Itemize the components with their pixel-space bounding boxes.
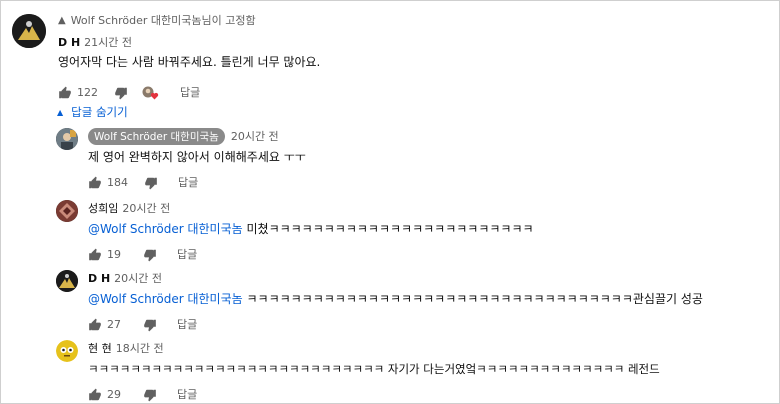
like-count: 184 [107,175,128,189]
avatar[interactable] [12,14,46,48]
comment-author[interactable]: D H [58,36,80,49]
thumbs-up-icon[interactable] [58,85,72,99]
comment-meta: D H 21시간 전 [58,34,758,50]
like-count: 27 [107,317,121,331]
comment-text: @Wolf Schröder 대한미국놈 ㅋㅋㅋㅋㅋㅋㅋㅋㅋㅋㅋㅋㅋㅋㅋㅋㅋㅋㅋ… [88,291,768,307]
comment-author[interactable]: 성희임 [88,200,118,216]
pinned-label: Wolf Schröder 대한미국놈님이 고정함 [70,14,256,27]
like-count: 122 [77,85,98,99]
avatar[interactable] [56,128,78,150]
thumbs-down-icon[interactable] [143,247,157,262]
comment-time[interactable]: 20시간 전 [231,128,279,144]
comment-text: 영어자막 다는 사람 바꿔주세요. 틀린게 너무 많아요. [58,55,321,69]
reply-button[interactable]: 답글 [177,316,197,332]
comment-time[interactable]: 18시간 전 [116,340,164,356]
comment-author[interactable]: 현 현 [88,340,112,356]
comment-author[interactable]: D H [88,272,110,285]
comment-text: 제 영어 완벽하지 않아서 이해해주세요 ㅜㅜ [88,149,768,165]
comment-actions: 19 답글 [88,245,768,263]
comment-body: ㅋㅋㅋㅋㅋㅋㅋㅋㅋㅋㅋㅋㅋㅋㅋㅋㅋㅋㅋㅋㅋㅋㅋㅋㅋㅋㅋㅋ 자기가 다는거였엌ㅋㅋ… [88,362,660,376]
comment-mention[interactable]: @Wolf Schröder 대한미국놈 [88,292,243,306]
pinned-badge: ▲ Wolf Schröder 대한미국놈님이 고정함 [58,12,758,28]
comment-mention[interactable]: @Wolf Schröder 대한미국놈 [88,222,243,236]
avatar[interactable] [56,340,78,362]
comment-time[interactable]: 21시간 전 [84,34,132,50]
reply-button[interactable]: 답글 [177,386,197,402]
reply-comment: D H 20시간 전 @Wolf Schröder 대한미국놈 ㅋㅋㅋㅋㅋㅋㅋㅋ… [56,268,772,334]
caret-up-icon: ▲ [57,107,64,117]
like-count: 19 [107,247,121,261]
thumbs-up-icon[interactable] [88,247,102,261]
comment-meta: Wolf Schröder 대한미국놈 20시간 전 [88,127,768,145]
creator-author-chip[interactable]: Wolf Schröder 대한미국놈 [88,127,225,145]
comment-time[interactable]: 20시간 전 [114,270,162,286]
comment-body: ㅋㅋㅋㅋㅋㅋㅋㅋㅋㅋㅋㅋㅋㅋㅋㅋㅋㅋㅋㅋㅋㅋㅋㅋㅋㅋㅋㅋㅋㅋㅋㅋㅋㅋㅋ관심끌기 … [242,292,703,306]
reply-comment: Wolf Schröder 대한미국놈 20시간 전 제 영어 완벽하지 않아서… [56,126,772,192]
hide-replies-button[interactable]: ▲ 답글 숨기기 [57,104,128,120]
comment-text: ㅋㅋㅋㅋㅋㅋㅋㅋㅋㅋㅋㅋㅋㅋㅋㅋㅋㅋㅋㅋㅋㅋㅋㅋㅋㅋㅋㅋ 자기가 다는거였엌ㅋㅋ… [88,361,768,377]
top-comment: ▲ Wolf Schröder 대한미국놈님이 고정함 D H 21시간 전 영… [12,8,772,101]
comment-actions: 29 답글 [88,385,768,403]
comment-time[interactable]: 20시간 전 [122,200,170,216]
hide-replies-label: 답글 숨기기 [71,105,128,119]
comment-text: @Wolf Schröder 대한미국놈 미쳤ㅋㅋㅋㅋㅋㅋㅋㅋㅋㅋㅋㅋㅋㅋㅋㅋㅋ… [88,221,768,237]
comment-body: 제 영어 완벽하지 않아서 이해해주세요 ㅜㅜ [88,150,306,164]
comment-meta: D H 20시간 전 [88,270,768,286]
comment-actions: 27 답글 [88,315,768,333]
reply-button[interactable]: 답글 [180,84,200,100]
comment-actions: 122 답글 [58,83,758,101]
comment-meta: 성희임 20시간 전 [88,200,768,216]
comment-actions: 184 답글 [88,173,768,191]
pin-icon: ▲ [58,14,66,26]
avatar[interactable] [56,270,78,292]
thumbs-down-icon[interactable] [114,85,128,100]
comment-meta: 현 현 18시간 전 [88,340,768,356]
thumbs-down-icon[interactable] [143,317,157,332]
avatar[interactable] [56,200,78,222]
thumbs-down-icon[interactable] [143,387,157,402]
thumbs-up-icon[interactable] [88,317,102,331]
like-count: 29 [107,387,121,401]
reply-comment: 현 현 18시간 전 ㅋㅋㅋㅋㅋㅋㅋㅋㅋㅋㅋㅋㅋㅋㅋㅋㅋㅋㅋㅋㅋㅋㅋㅋㅋㅋㅋㅋ … [56,338,772,404]
reply-comment: 성희임 20시간 전 @Wolf Schröder 대한미국놈 미쳤ㅋㅋㅋㅋㅋㅋ… [56,198,772,264]
reply-button[interactable]: 답글 [178,174,198,190]
thumbs-up-icon[interactable] [88,387,102,401]
creator-heart-icon [142,85,160,100]
comment-body: 미쳤ㅋㅋㅋㅋㅋㅋㅋㅋㅋㅋㅋㅋㅋㅋㅋㅋㅋㅋㅋㅋㅋㅋㅋㅋ [242,222,534,236]
thumbs-up-icon[interactable] [88,175,102,189]
reply-button[interactable]: 답글 [177,246,197,262]
thumbs-down-icon[interactable] [144,175,158,190]
